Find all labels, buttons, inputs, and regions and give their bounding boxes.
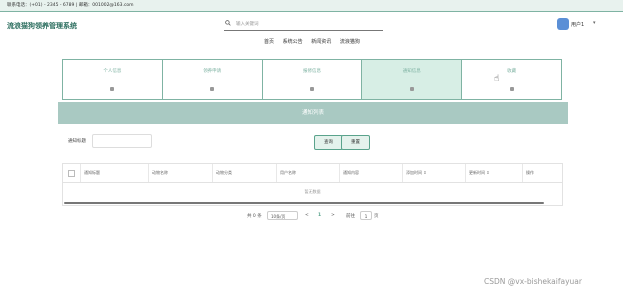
header: 流浪猫狗领养管理系统 输入关键词 首页 系统公告 新闻资讯 流浪猫狗 用户1 ▾ [0, 12, 623, 50]
nav-item-announcements[interactable]: 系统公告 [283, 39, 303, 45]
column-header-sortable[interactable]: 更新时间 ⇕ [465, 164, 522, 182]
tile-icon [210, 87, 215, 91]
tile-label: 报修信息 [302, 69, 321, 74]
page-suffix: 页 [374, 214, 379, 219]
list-banner: 通知列表 [58, 102, 568, 124]
horizontal-scrollbar[interactable] [64, 202, 544, 204]
user-name[interactable]: 用户1 [571, 21, 584, 28]
search-button[interactable]: 查询 [314, 135, 343, 150]
goto-page-input[interactable]: 1 [360, 211, 372, 220]
user-avatar-icon [557, 18, 569, 30]
nav-item-home[interactable]: 首页 [264, 39, 274, 45]
search-box[interactable]: 输入关键词 [224, 18, 383, 31]
tile-adoption[interactable]: 领养申请 [162, 60, 263, 99]
prev-page-button[interactable]: < [305, 213, 309, 218]
column-header: 动物分类 [212, 164, 276, 182]
watermark: CSDN @vx-bishekaifayuar [484, 277, 582, 286]
tile-label: 领养申请 [203, 69, 222, 74]
title-filter-input[interactable] [92, 134, 152, 148]
notification-table: 通知标题 动物名称 动物分类 用户名称 通知内容 添加时间 ⇕ 更新时间 ⇕ 操… [62, 163, 563, 206]
tile-notifications[interactable]: 通知信息 [362, 60, 463, 99]
table-header: 通知标题 动物名称 动物分类 用户名称 通知内容 添加时间 ⇕ 更新时间 ⇕ 操… [63, 164, 562, 183]
filter-label: 通知标题 [68, 139, 86, 144]
tile-icon [509, 87, 514, 91]
tile-label: 通知信息 [402, 69, 421, 74]
goto-label: 前往 [346, 214, 355, 219]
reset-button[interactable]: 重置 [341, 135, 370, 150]
page-size-select[interactable]: 10条/页 [267, 211, 298, 220]
nav-item-news[interactable]: 新闻资讯 [311, 39, 331, 45]
center-tiles: 个人信息 领养申请 报修信息 通知信息 收藏 [62, 59, 562, 100]
contact-info: 联系电话：(+01) - 2345 - 6789 | 邮箱：001002@163… [7, 3, 134, 8]
tile-label: 个人信息 [103, 69, 122, 74]
select-all-cell [63, 164, 80, 182]
main-nav: 首页 系统公告 新闻资讯 流浪猫狗 [264, 38, 367, 45]
search-icon [225, 20, 231, 26]
banner-title: 通知列表 [301, 110, 324, 116]
next-page-button[interactable]: > [331, 213, 335, 218]
nav-item-animals[interactable]: 流浪猫狗 [340, 39, 360, 45]
column-header: 动物名称 [148, 164, 212, 182]
empty-message: 暂无数据 [304, 189, 321, 194]
tile-repair[interactable]: 报修信息 [262, 60, 363, 99]
column-header: 通知内容 [339, 164, 402, 182]
tile-profile[interactable]: 个人信息 [63, 60, 163, 99]
tile-favorites[interactable]: 收藏 [462, 60, 561, 99]
column-header-sortable[interactable]: 添加时间 ⇕ [402, 164, 465, 182]
column-header: 用户名称 [276, 164, 339, 182]
top-contact-bar: 联系电话：(+01) - 2345 - 6789 | 邮箱：001002@163… [0, 0, 623, 12]
site-title: 流浪猫狗领养管理系统 [7, 22, 77, 30]
mouse-cursor-icon: ☝ [494, 74, 500, 84]
tile-icon [309, 87, 314, 91]
select-all-checkbox[interactable] [68, 170, 75, 177]
column-header: 通知标题 [80, 164, 148, 182]
tile-label: 收藏 [507, 69, 517, 74]
total-count: 共 0 条 [247, 214, 262, 219]
column-header: 操作 [522, 164, 562, 182]
search-input[interactable]: 输入关键词 [236, 21, 259, 27]
chevron-down-icon[interactable]: ▾ [593, 20, 596, 26]
tile-icon [110, 87, 115, 91]
current-page[interactable]: 1 [318, 213, 321, 218]
tile-icon [409, 87, 414, 91]
